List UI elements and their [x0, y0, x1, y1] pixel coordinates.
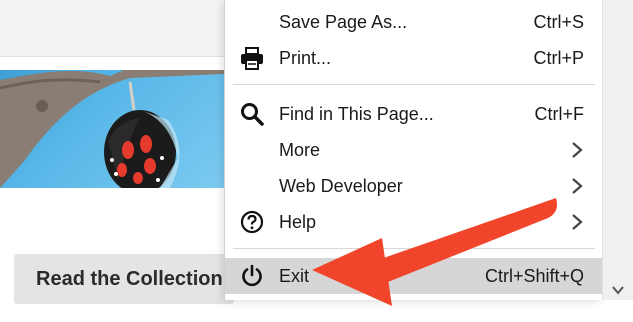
menu-item-label: Exit — [279, 265, 310, 286]
menu-item-shortcut: Ctrl+P — [533, 47, 584, 68]
menu-item-save-page-as[interactable]: Save Page As... Ctrl+S — [225, 4, 603, 40]
menu-item-label: Help — [279, 211, 317, 232]
read-the-collection-label: Read the Collection — [36, 267, 223, 290]
menu-item-shortcut: Ctrl+S — [533, 11, 584, 32]
menu-item-exit[interactable]: Exit Ctrl+Shift+Q — [225, 258, 603, 294]
read-the-collection-button[interactable]: Read the Collection — [14, 254, 234, 304]
power-icon — [239, 264, 265, 288]
chevron-right-icon — [571, 142, 583, 163]
printer-icon — [239, 46, 265, 70]
menu-item-label: Print... — [279, 47, 332, 68]
menu-item-print[interactable]: Print... Ctrl+P — [225, 40, 603, 76]
menu-separator — [233, 84, 595, 85]
chevron-right-icon — [571, 214, 583, 235]
menu-item-shortcut: Ctrl+Shift+Q — [484, 265, 584, 286]
search-icon — [239, 102, 265, 126]
menu-separator — [233, 248, 595, 249]
menu-item-label: More — [279, 139, 321, 160]
menu-item-help[interactable]: Help — [225, 204, 603, 240]
menu-item-label: Save Page As... — [279, 11, 408, 32]
page-header-strip — [0, 0, 224, 57]
chevron-right-icon — [571, 178, 583, 199]
menu-item-more[interactable]: More — [225, 132, 603, 168]
menu-item-label: Web Developer — [279, 175, 403, 196]
help-icon — [239, 210, 265, 234]
scrollbar[interactable] — [602, 0, 633, 300]
scroll-down-icon[interactable] — [612, 282, 624, 300]
menu-item-web-developer[interactable]: Web Developer — [225, 168, 603, 204]
menu-item-shortcut: Ctrl+F — [534, 103, 585, 124]
menu-item-find-in-page[interactable]: Find in This Page... Ctrl+F — [225, 96, 603, 132]
menu-item-label: Find in This Page... — [279, 103, 434, 124]
butterfly-chrysalis-image — [0, 70, 224, 188]
app-menu: Save Page As... Ctrl+S Print... Ctrl+P F… — [224, 0, 603, 300]
